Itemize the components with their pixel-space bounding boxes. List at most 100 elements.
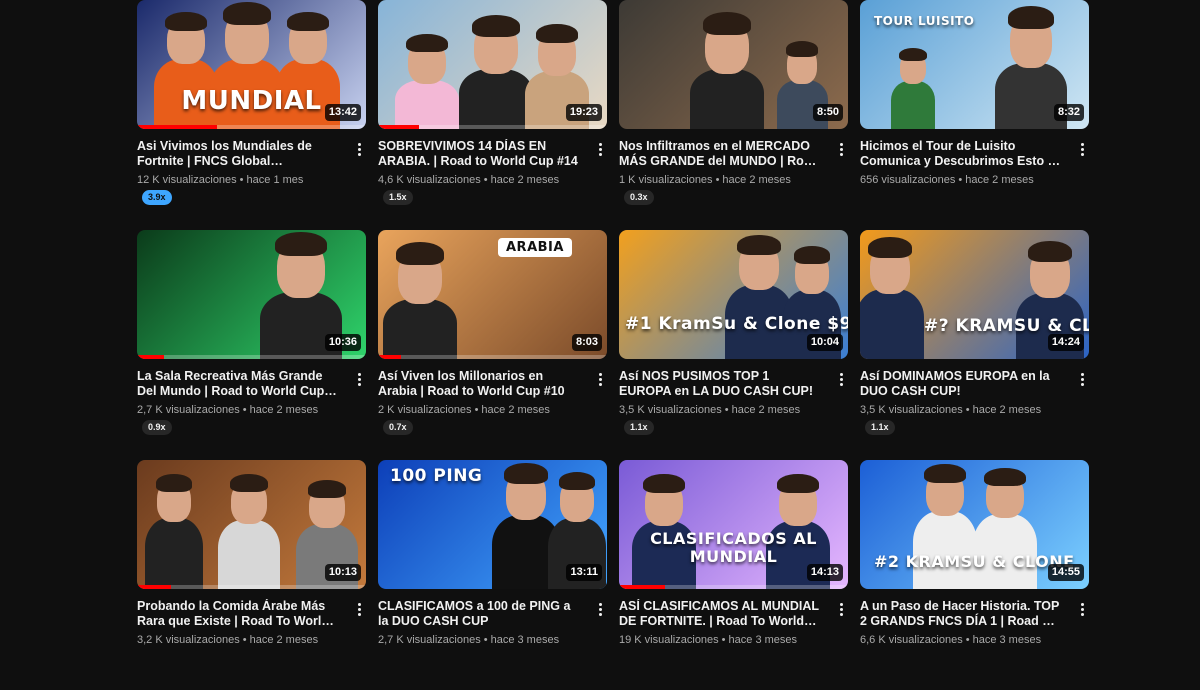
thumbnail-overlay-text: MUNDIAL bbox=[181, 86, 322, 116]
separator-dot: • bbox=[474, 404, 479, 416]
menu-dot bbox=[839, 152, 843, 156]
person-face bbox=[275, 231, 327, 298]
video-title[interactable]: CLASIFICAMOS a 100 de PING a la DUO CASH… bbox=[378, 599, 579, 629]
upload-age: hace 2 meses bbox=[972, 404, 1042, 416]
menu-dot bbox=[839, 612, 843, 616]
upload-age: hace 3 meses bbox=[490, 634, 560, 646]
menu-dot bbox=[598, 142, 602, 146]
duration-badge: 14:55 bbox=[1047, 564, 1084, 581]
video-card[interactable]: #2 KRAMSU & CLONE 14:55 A un Paso de Hacer… bbox=[860, 460, 1089, 690]
video-card[interactable]: 10:13 Probando la Comida Árabe Más Rara q… bbox=[137, 460, 366, 690]
more-options-icon[interactable] bbox=[593, 369, 607, 389]
separator-dot: • bbox=[965, 634, 970, 646]
video-title[interactable]: Nos Infiltramos en el MERCADO MÁS GRANDE… bbox=[619, 139, 820, 169]
upload-age: hace 1 mes bbox=[246, 174, 304, 186]
thumbnail-overlay-text: 100 PING bbox=[390, 466, 483, 486]
video-thumbnail[interactable]: 10:36 bbox=[137, 230, 366, 359]
more-options-icon[interactable] bbox=[593, 139, 607, 159]
menu-dot bbox=[1080, 152, 1084, 156]
video-thumbnail[interactable]: 19:23 bbox=[378, 0, 607, 129]
video-details: Así DOMINAMOS EUROPA en la DUO CASH CUP!… bbox=[860, 359, 1089, 435]
video-thumbnail[interactable]: MUNDIAL 13:42 bbox=[137, 0, 366, 129]
video-title[interactable]: Así Viven los Millonarios en Arabia | Ro… bbox=[378, 369, 579, 399]
video-title[interactable]: A un Paso de Hacer Historia. TOP 2 GRAND… bbox=[860, 599, 1061, 629]
more-options-icon[interactable] bbox=[1075, 599, 1089, 619]
video-card[interactable]: 19:23 SOBREVIVIMOS 14 DÍAS EN ARABIA. | R… bbox=[378, 0, 607, 230]
video-stats: 1 K visualizaciones • hace 2 meses bbox=[619, 173, 820, 187]
video-details: Probando la Comida Árabe Más Rara que Ex… bbox=[137, 589, 366, 647]
video-thumbnail[interactable]: #? KRAMSU & CLONE14:24 bbox=[860, 230, 1089, 359]
more-options-icon[interactable] bbox=[593, 599, 607, 619]
view-count: 2 K visualizaciones bbox=[378, 404, 472, 416]
video-card[interactable]: MUNDIAL 13:42 Asi Vivimos los Mundiales de… bbox=[137, 0, 366, 230]
duration-badge: 14:13 bbox=[806, 564, 843, 581]
video-details: La Sala Recreativa Más Grande Del Mundo … bbox=[137, 359, 366, 435]
person-face bbox=[504, 463, 548, 520]
separator-dot: • bbox=[715, 174, 720, 186]
person-face bbox=[643, 473, 685, 526]
view-count: 3,5 K visualizaciones bbox=[619, 404, 722, 416]
video-card[interactable]: #1 KramSu & Clone $90010:04 Así NOS PUSIM… bbox=[619, 230, 848, 460]
more-options-icon[interactable] bbox=[834, 369, 848, 389]
duration-badge: 8:50 bbox=[812, 104, 843, 121]
video-thumbnail[interactable]: #2 KRAMSU & CLONE 14:55 bbox=[860, 460, 1089, 589]
menu-dot bbox=[1080, 382, 1084, 386]
video-card[interactable]: CLASIFICADOS AL MUNDIAL 14:13 ASÍ CLASIFIC… bbox=[619, 460, 848, 690]
video-card[interactable]: 10:36 La Sala Recreativa Más Grande Del M… bbox=[137, 230, 366, 460]
upload-age: hace 2 meses bbox=[481, 404, 550, 416]
video-title[interactable]: Probando la Comida Árabe Más Rara que Ex… bbox=[137, 599, 338, 629]
more-options-icon[interactable] bbox=[1075, 369, 1089, 389]
video-title[interactable]: ASÍ CLASIFICAMOS AL MUNDIAL DE FORTNITE.… bbox=[619, 599, 820, 629]
person-face bbox=[155, 474, 193, 522]
menu-dot bbox=[357, 377, 361, 381]
menu-dot bbox=[1080, 377, 1084, 381]
separator-dot: • bbox=[242, 634, 247, 646]
video-thumbnail[interactable]: CLASIFICADOS AL MUNDIAL 14:13 bbox=[619, 460, 848, 589]
menu-dot bbox=[1080, 612, 1084, 616]
person-figure bbox=[458, 68, 534, 129]
video-title[interactable]: Asi Vivimos los Mundiales de Fortnite | … bbox=[137, 139, 338, 169]
thumbnail-overlay-text: #? KRAMSU & CLONE bbox=[924, 316, 1089, 336]
video-title[interactable]: Así NOS PUSIMOS TOP 1 EUROPA en LA DUO C… bbox=[619, 369, 820, 399]
thumbnail-overlay-text: #1 KramSu & Clone $900 bbox=[625, 314, 848, 334]
more-options-icon[interactable] bbox=[352, 139, 366, 159]
more-options-icon[interactable] bbox=[834, 599, 848, 619]
video-thumbnail[interactable]: 8:50 bbox=[619, 0, 848, 129]
video-details: ASÍ CLASIFICAMOS AL MUNDIAL DE FORTNITE.… bbox=[619, 589, 848, 647]
video-title[interactable]: SOBREVIVIMOS 14 DÍAS EN ARABIA. | Road t… bbox=[378, 139, 579, 169]
video-thumbnail[interactable]: #1 KramSu & Clone $90010:04 bbox=[619, 230, 848, 359]
person-figure bbox=[218, 519, 280, 589]
video-title[interactable]: La Sala Recreativa Más Grande Del Mundo … bbox=[137, 369, 338, 399]
video-title[interactable]: Hicimos el Tour de Luisito Comunica y De… bbox=[860, 139, 1061, 169]
video-card[interactable]: TOUR LUISITO 8:32 Hicimos el Tour de Luisi… bbox=[860, 0, 1089, 230]
view-count: 6,6 K visualizaciones bbox=[860, 634, 963, 646]
thumbnail-overlay-text: #2 KRAMSU & CLONE bbox=[874, 552, 1075, 571]
person-face bbox=[737, 235, 781, 290]
person-face bbox=[396, 242, 444, 304]
more-options-icon[interactable] bbox=[352, 599, 366, 619]
video-stats: 6,6 K visualizaciones • hace 3 meses bbox=[860, 633, 1061, 647]
video-card[interactable]: 8:50 Nos Infiltramos en el MERCADO MÁS GR… bbox=[619, 0, 848, 230]
video-thumbnail[interactable]: 10:13 bbox=[137, 460, 366, 589]
separator-dot: • bbox=[483, 634, 488, 646]
menu-dot bbox=[839, 607, 843, 611]
video-stats: 19 K visualizaciones • hace 3 meses bbox=[619, 633, 820, 647]
menu-dot bbox=[1080, 607, 1084, 611]
more-options-icon[interactable] bbox=[1075, 139, 1089, 159]
view-count: 12 K visualizaciones bbox=[137, 174, 237, 186]
video-thumbnail[interactable]: ARABIA 8:03 bbox=[378, 230, 607, 359]
menu-dot bbox=[357, 147, 361, 151]
video-card[interactable]: 100 PING 13:11 CLASIFICAMOS a 100 de PING … bbox=[378, 460, 607, 690]
video-title[interactable]: Así DOMINAMOS EUROPA en la DUO CASH CUP! bbox=[860, 369, 1061, 399]
video-thumbnail[interactable]: TOUR LUISITO 8:32 bbox=[860, 0, 1089, 129]
view-count: 2,7 K visualizaciones bbox=[137, 404, 240, 416]
video-stats: 3,5 K visualizaciones • hace 2 meses bbox=[619, 403, 820, 417]
video-card[interactable]: ARABIA 8:03 Así Viven los Millonarios en A… bbox=[378, 230, 607, 460]
video-thumbnail[interactable]: 100 PING 13:11 bbox=[378, 460, 607, 589]
video-card[interactable]: #? KRAMSU & CLONE14:24Así DOMINAMOS EURO… bbox=[860, 230, 1089, 460]
video-details: Nos Infiltramos en el MERCADO MÁS GRANDE… bbox=[619, 129, 848, 205]
more-options-icon[interactable] bbox=[352, 369, 366, 389]
separator-dot: • bbox=[239, 174, 244, 186]
more-options-icon[interactable] bbox=[834, 139, 848, 159]
view-count: 1 K visualizaciones bbox=[619, 174, 713, 186]
